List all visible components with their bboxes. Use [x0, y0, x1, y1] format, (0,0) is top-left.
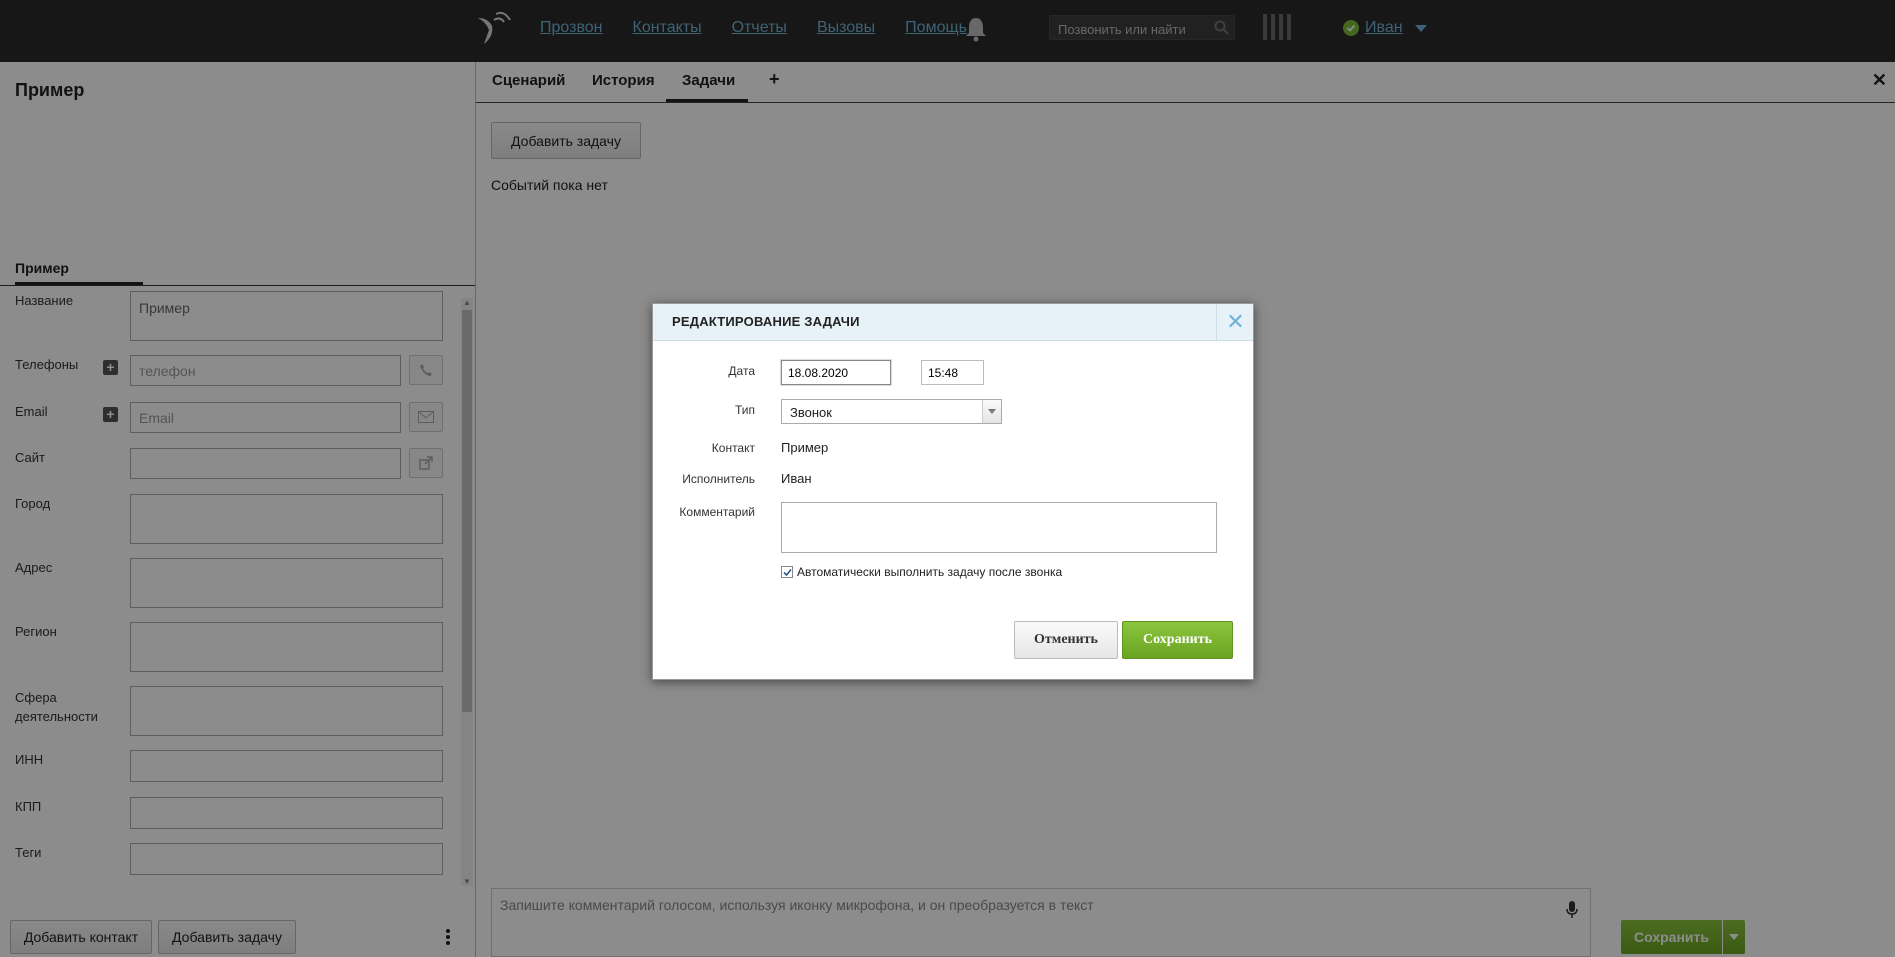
auto-complete-label: Автоматически выполнить задачу после зво… — [797, 565, 1063, 579]
dialog-title: РЕДАКТИРОВАНИЕ ЗАДАЧИ — [672, 314, 860, 329]
comment-textarea[interactable] — [781, 502, 1217, 553]
dialog-save-button[interactable]: Сохранить — [1122, 621, 1233, 659]
executor-label: Исполнитель — [682, 472, 755, 486]
executor-value: Иван — [781, 471, 812, 486]
close-dialog-icon[interactable]: ✕ — [1216, 304, 1254, 340]
type-value: Звонок — [790, 405, 832, 420]
date-label: Дата — [728, 364, 755, 378]
time-input[interactable] — [921, 360, 984, 385]
edit-task-dialog: РЕДАКТИРОВАНИЕ ЗАДАЧИ ✕ Дата Тип Звонок … — [652, 303, 1254, 680]
auto-complete-checkbox[interactable] — [781, 566, 793, 578]
contact-label: Контакт — [711, 441, 755, 455]
checkmark-icon — [782, 568, 792, 576]
type-select[interactable]: Звонок — [781, 399, 1002, 424]
auto-complete-option[interactable]: Автоматически выполнить задачу после зво… — [781, 565, 1062, 579]
contact-value: Пример — [781, 440, 829, 455]
dialog-header: РЕДАКТИРОВАНИЕ ЗАДАЧИ ✕ — [653, 304, 1253, 341]
select-chevron-icon[interactable] — [982, 400, 1001, 423]
comment-label: Комментарий — [679, 505, 755, 519]
cancel-button[interactable]: Отменить — [1014, 621, 1118, 659]
date-input[interactable] — [781, 360, 891, 385]
type-label: Тип — [734, 403, 755, 417]
